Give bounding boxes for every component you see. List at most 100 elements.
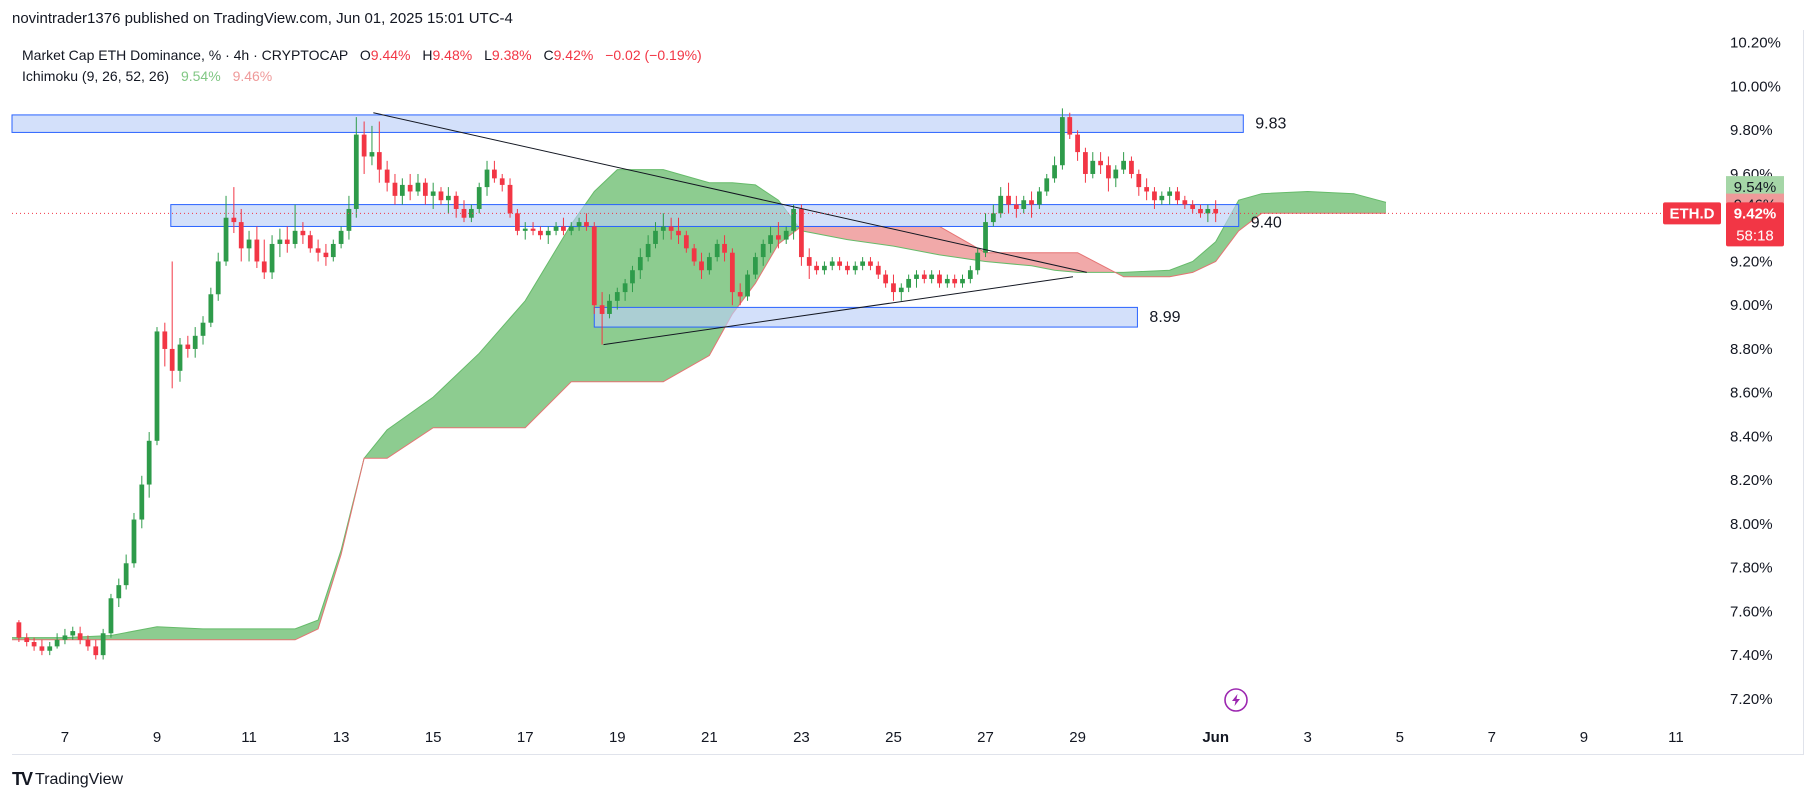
- candle-down[interactable]: [284, 226, 290, 253]
- candle-up[interactable]: [415, 173, 421, 196]
- candle-down[interactable]: [492, 160, 497, 183]
- zone-8.99[interactable]: [593, 306, 1138, 328]
- ichimoku-cloud: [12, 169, 1387, 641]
- candle-down[interactable]: [77, 626, 83, 645]
- candle-down[interactable]: [407, 173, 413, 201]
- candle-up[interactable]: [330, 239, 336, 262]
- candle-down[interactable]: [1175, 187, 1180, 205]
- candle-down[interactable]: [1106, 156, 1111, 192]
- candle-up[interactable]: [1044, 173, 1050, 196]
- candle-down[interactable]: [799, 204, 804, 266]
- indicator-row[interactable]: Ichimoku (9, 26, 52, 26) 9.54% 9.46%: [22, 66, 702, 87]
- candle-down[interactable]: [185, 335, 191, 358]
- candle-up[interactable]: [246, 230, 252, 262]
- candle-down[interactable]: [1083, 147, 1088, 183]
- candle-up[interactable]: [1159, 191, 1165, 205]
- candle-up[interactable]: [1121, 152, 1126, 174]
- candle-up[interactable]: [346, 195, 352, 240]
- candle-up[interactable]: [476, 182, 482, 214]
- candle-up[interactable]: [154, 327, 160, 446]
- candle-down[interactable]: [845, 261, 850, 275]
- candle-down[interactable]: [1129, 156, 1134, 179]
- price-chart[interactable]: 9.83 9.40 8.99 7.20% 7.40% 7.60% 7.80% 8.00% 8.…: [0, 0, 1815, 760]
- candle-down[interactable]: [868, 257, 873, 271]
- candle-up[interactable]: [1060, 108, 1065, 170]
- candle-up[interactable]: [960, 274, 965, 288]
- candle-down[interactable]: [315, 239, 321, 262]
- candle-down[interactable]: [254, 226, 260, 269]
- candle-up[interactable]: [123, 554, 129, 590]
- candle-down[interactable]: [937, 270, 942, 288]
- candle-up[interactable]: [906, 274, 912, 293]
- candle-down[interactable]: [93, 639, 99, 660]
- candle-up[interactable]: [545, 226, 551, 244]
- indicator-name: Ichimoku (9, 26, 52, 26): [22, 68, 170, 84]
- candle-up[interactable]: [277, 228, 283, 258]
- lightning-icon[interactable]: [1224, 688, 1248, 712]
- candle-up[interactable]: [967, 265, 973, 284]
- candle-down[interactable]: [261, 239, 267, 279]
- candle-down[interactable]: [891, 274, 896, 301]
- footer[interactable]: TV TradingView: [12, 769, 123, 790]
- candle-up[interactable]: [100, 628, 106, 660]
- candle-up[interactable]: [1113, 165, 1119, 188]
- candle-up[interactable]: [914, 270, 919, 288]
- candle-down[interactable]: [875, 261, 881, 279]
- candle-down[interactable]: [1075, 130, 1080, 161]
- candle-down[interactable]: [507, 178, 513, 218]
- zone-9.40[interactable]: [170, 204, 1240, 227]
- candle-up[interactable]: [852, 261, 858, 275]
- candle-down[interactable]: [952, 274, 958, 288]
- candle-up[interactable]: [929, 270, 935, 284]
- candle-down[interactable]: [307, 230, 313, 253]
- candle-up[interactable]: [898, 283, 904, 301]
- candle-up[interactable]: [829, 257, 835, 271]
- candle-up[interactable]: [745, 270, 750, 301]
- candle-up[interactable]: [146, 432, 152, 498]
- candle-up[interactable]: [338, 226, 344, 249]
- candle-up[interactable]: [484, 160, 490, 196]
- candle-up[interactable]: [860, 257, 866, 271]
- candle-down[interactable]: [1136, 169, 1142, 196]
- candle-up[interactable]: [269, 235, 275, 279]
- candle-body: [791, 208, 796, 231]
- candle-up[interactable]: [399, 178, 405, 205]
- candle-down[interactable]: [499, 173, 505, 192]
- candle-down[interactable]: [384, 160, 390, 192]
- candle-up[interactable]: [131, 512, 137, 568]
- candle-down[interactable]: [169, 261, 175, 389]
- candle-up[interactable]: [54, 633, 60, 649]
- candle-up[interactable]: [215, 252, 221, 301]
- candle-down[interactable]: [591, 222, 597, 314]
- candle-up[interactable]: [192, 327, 198, 358]
- candle-up[interactable]: [1090, 152, 1096, 179]
- candle-up[interactable]: [108, 593, 114, 638]
- candle-down[interactable]: [392, 173, 398, 205]
- candle-up[interactable]: [1167, 187, 1173, 205]
- candle-down[interactable]: [438, 187, 444, 205]
- candle-down[interactable]: [1144, 178, 1150, 201]
- candle-down[interactable]: [1098, 152, 1103, 174]
- candle-up[interactable]: [47, 642, 53, 656]
- candle-up[interactable]: [139, 475, 145, 529]
- candle-down[interactable]: [323, 243, 329, 266]
- candle-down[interactable]: [162, 322, 168, 367]
- candle-down[interactable]: [814, 261, 819, 275]
- candle-down[interactable]: [837, 257, 842, 271]
- candle-up[interactable]: [822, 261, 827, 275]
- candle-up[interactable]: [944, 274, 950, 288]
- candle-up[interactable]: [177, 338, 183, 382]
- candle-down[interactable]: [422, 178, 428, 205]
- candle-down[interactable]: [24, 633, 30, 647]
- candle-down[interactable]: [883, 270, 889, 288]
- candle-down[interactable]: [39, 639, 45, 656]
- candle-up[interactable]: [200, 316, 206, 345]
- candle-up[interactable]: [1052, 156, 1057, 183]
- candle-down[interactable]: [538, 226, 543, 240]
- candle-up[interactable]: [62, 628, 68, 645]
- candle-down[interactable]: [921, 270, 927, 284]
- zone-9.83[interactable]: [11, 114, 1244, 133]
- candle-up[interactable]: [116, 578, 122, 608]
- candle-down[interactable]: [806, 248, 812, 279]
- candle-up[interactable]: [208, 287, 214, 328]
